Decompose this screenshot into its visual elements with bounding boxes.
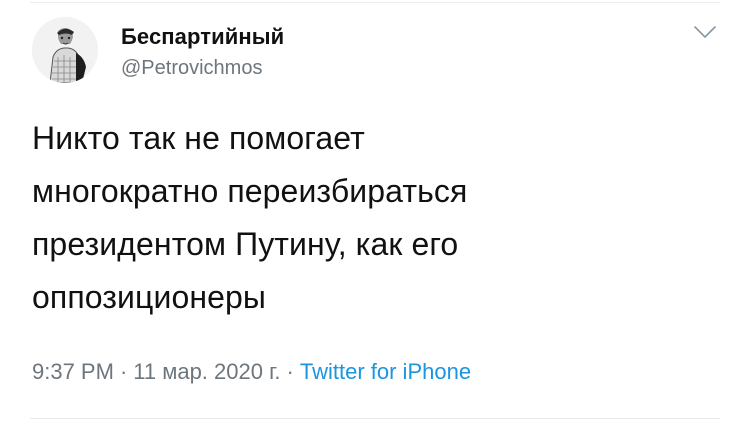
author-handle[interactable]: @Petrovichmos xyxy=(121,56,262,80)
tweet-text: Никто так не помогает многократно переиз… xyxy=(32,120,468,315)
tweet-date[interactable]: 11 мар. 2020 г. xyxy=(133,359,280,384)
meta-separator: · xyxy=(286,359,294,384)
bottom-divider xyxy=(30,418,720,419)
avatar[interactable] xyxy=(32,17,98,83)
portrait-sketch-icon xyxy=(32,17,98,83)
author-display-name[interactable]: Беспартийный xyxy=(121,24,284,50)
chevron-down-icon[interactable] xyxy=(693,24,717,40)
top-divider xyxy=(30,2,720,3)
meta-separator: · xyxy=(119,359,128,384)
tweet-card: Беспартийный @Petrovichmos Никто так не … xyxy=(0,0,750,428)
tweet-metadata: 9:37 PM · 11 мар. 2020 г. · Twitter for iPho… xyxy=(32,358,471,386)
tweet-source-link[interactable]: Twitter for iPhone xyxy=(300,359,471,384)
tweet-time[interactable]: 9:37 PM xyxy=(32,359,114,384)
